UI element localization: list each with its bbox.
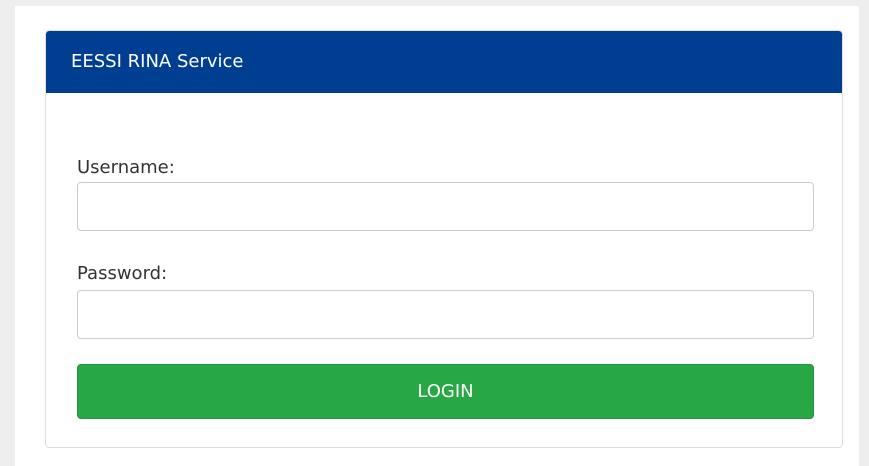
username-label: Username: xyxy=(77,157,175,178)
password-input[interactable] xyxy=(77,290,814,339)
login-button[interactable]: LOGIN xyxy=(77,364,814,419)
username-input[interactable] xyxy=(77,182,814,231)
login-panel: EESSI RINA Service Username: Password: L… xyxy=(45,30,843,448)
panel-title: EESSI RINA Service xyxy=(71,51,244,72)
panel-header: EESSI RINA Service xyxy=(46,31,842,93)
password-label: Password: xyxy=(77,263,168,284)
